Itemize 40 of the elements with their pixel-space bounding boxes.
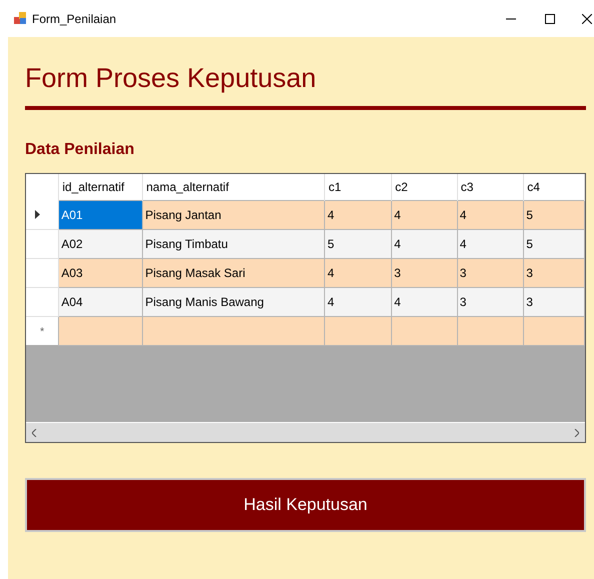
result-button[interactable]: Hasil Keputusan <box>25 478 586 532</box>
maximize-icon[interactable] <box>545 14 555 24</box>
section-title: Data Penilaian <box>25 140 136 160</box>
table-cell[interactable]: A01 <box>58 200 143 229</box>
table-cell[interactable]: Pisang Timbatu <box>142 229 325 258</box>
form-heading: Form Proses Keputusan <box>25 62 318 94</box>
table-cell[interactable]: 4 <box>392 229 458 258</box>
column-header[interactable]: c2 <box>395 180 408 194</box>
table-cell[interactable]: 4 <box>324 258 392 287</box>
column-header[interactable]: c4 <box>527 180 540 194</box>
table-cell[interactable]: 3 <box>392 258 458 287</box>
table-cell[interactable]: 4 <box>457 229 524 258</box>
table-cell[interactable]: 5 <box>524 229 584 258</box>
new-row-marker: * <box>40 326 44 338</box>
table-cell[interactable]: Pisang Manis Bawang <box>142 287 325 316</box>
table-cell[interactable]: A03 <box>58 258 143 287</box>
table-cell[interactable]: 4 <box>392 200 458 229</box>
window-title: Form_Penilaian <box>32 10 116 28</box>
close-icon[interactable] <box>582 14 592 24</box>
table-cell[interactable]: Pisang Jantan <box>142 200 325 229</box>
table-cell[interactable]: 3 <box>457 287 524 316</box>
table-cell[interactable]: Pisang Masak Sari <box>142 258 325 287</box>
table-cell[interactable]: A02 <box>58 229 143 258</box>
table-cell[interactable]: 4 <box>324 287 392 316</box>
table-cell[interactable]: 5 <box>524 200 584 229</box>
table-cell[interactable]: 3 <box>524 287 584 316</box>
table-cell[interactable]: 5 <box>324 229 392 258</box>
column-header[interactable]: c1 <box>328 180 342 194</box>
table-cell[interactable]: 3 <box>457 258 524 287</box>
column-header[interactable]: c3 <box>460 180 474 194</box>
table-cell[interactable]: 4 <box>392 287 458 316</box>
table-cell[interactable]: A04 <box>58 287 143 316</box>
scroll-left-icon[interactable] <box>32 428 37 436</box>
scroll-right-icon[interactable] <box>574 428 579 436</box>
table-cell[interactable]: 4 <box>324 200 392 229</box>
app-icon <box>14 12 27 25</box>
current-row-icon <box>35 210 40 219</box>
table-cell[interactable]: 3 <box>524 258 584 287</box>
horizontal-scrollbar[interactable] <box>26 422 585 442</box>
table-cell[interactable]: 4 <box>457 200 524 229</box>
